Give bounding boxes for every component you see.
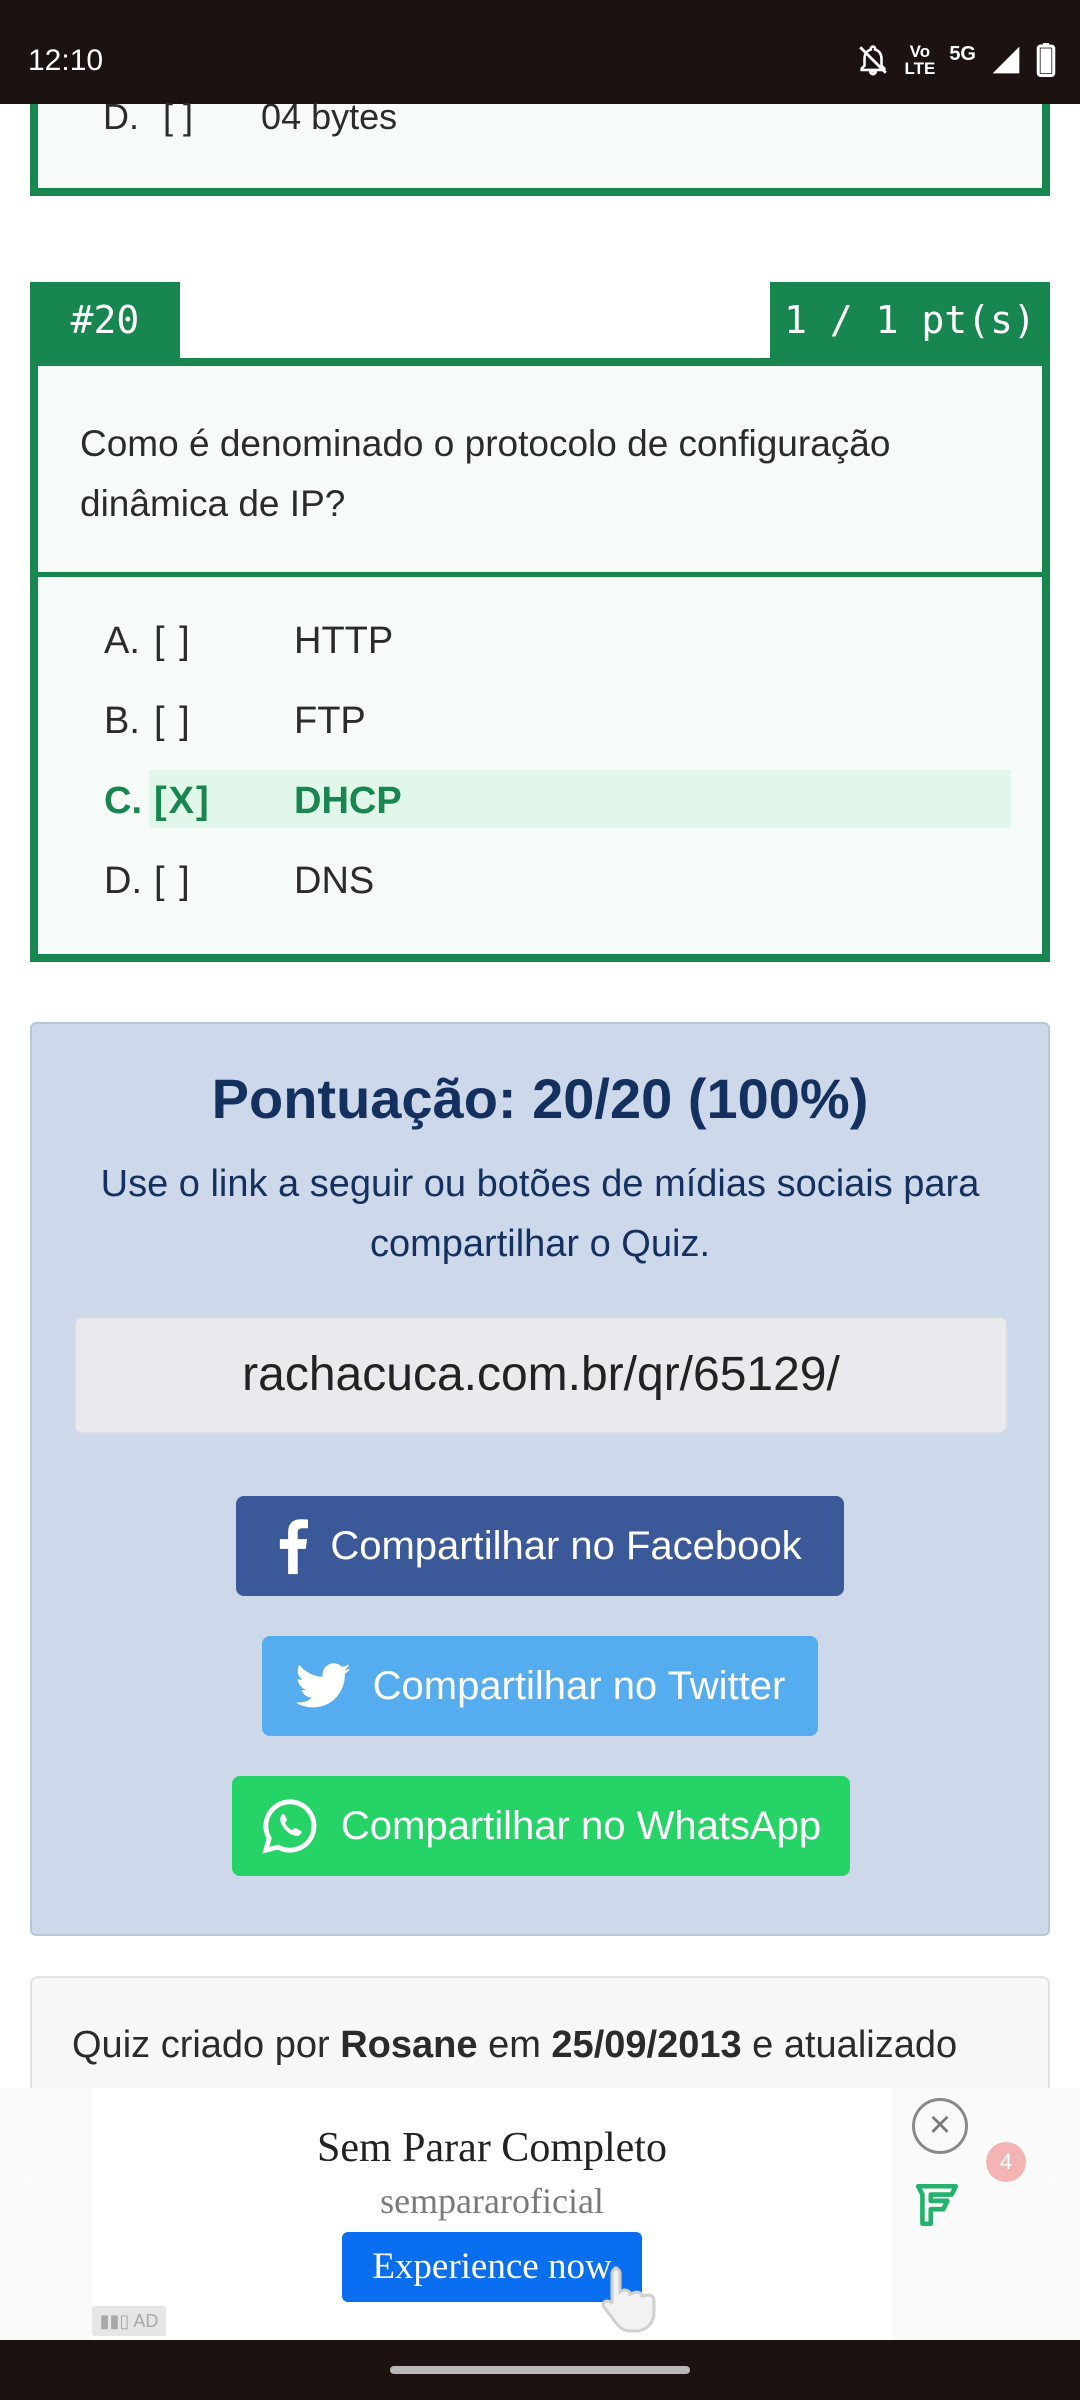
ad-close-icon[interactable]: × [912, 2098, 968, 2154]
share-twitter-label: Compartilhar no Twitter [372, 1663, 786, 1708]
ad-banner[interactable]: Sem Parar Completo sempararoficial Exper… [0, 2088, 1080, 2340]
option-letter: C. [104, 780, 142, 822]
previous-option: D. [ ] 04 bytes [103, 96, 397, 138]
option-b[interactable]: B. [ ] FTP [94, 690, 1014, 748]
volte-bottom: LTE [904, 59, 936, 78]
navigation-bar [0, 2340, 1080, 2400]
author-date: 25/09/2013 [551, 2024, 742, 2066]
question-divider [38, 572, 1042, 577]
option-checkbox: [ ] [163, 96, 194, 137]
option-text: 04 bytes [261, 96, 398, 137]
signal-icon [992, 46, 1020, 74]
share-whatsapp-label: Compartilhar no WhatsApp [340, 1803, 822, 1848]
share-whatsapp-button[interactable]: Compartilhar no WhatsApp [232, 1776, 850, 1876]
ad-label-text: AD [133, 2311, 159, 2331]
battery-icon [1036, 43, 1056, 77]
score-subtitle: Use o link a seguir ou botões de mídias … [100, 1163, 980, 1265]
question-text: Como é denominado o protocolo de configu… [80, 423, 891, 524]
share-link-field[interactable]: rachacuca.com.br/qr/65129/ [74, 1316, 1008, 1434]
ad-brand-logo-icon [915, 2183, 959, 2227]
option-d[interactable]: D. [ ] DNS [94, 850, 1014, 908]
facebook-icon [280, 1519, 309, 1575]
option-c[interactable]: C. [X] DHCP [94, 770, 1014, 828]
option-text: DNS [294, 860, 375, 902]
author-line: Quiz criado por Rosane em 25/09/2013 e a… [72, 2024, 957, 2067]
question-score: 1 / 1 pt(s) [770, 282, 1050, 358]
status-icons: Vo LTE 5G [856, 40, 1056, 80]
option-checkbox: [X] [154, 780, 211, 822]
option-letter: B. [104, 700, 140, 742]
ad-content[interactable]: Sem Parar Completo sempararoficial Exper… [92, 2088, 892, 2340]
twitter-icon [295, 1663, 351, 1708]
share-twitter-button[interactable]: Compartilhar no Twitter [262, 1636, 818, 1736]
ad-title: Sem Parar Completo [317, 2125, 667, 2171]
question-card: Como é denominado o protocolo de configu… [30, 358, 1050, 962]
volte-top: Vo [909, 42, 931, 61]
share-facebook-button[interactable]: Compartilhar no Facebook [236, 1496, 844, 1596]
share-facebook-label: Compartilhar no Facebook [330, 1523, 802, 1568]
whatsapp-icon [262, 1799, 317, 1854]
pointer-hand-icon [601, 2266, 656, 2333]
question-number: #20 [30, 282, 180, 358]
network-type: 5G [949, 42, 976, 65]
status-time: 12:10 [28, 44, 104, 77]
author-middle: em [477, 2024, 552, 2066]
option-letter: D. [104, 860, 142, 902]
ad-notification-badge: 4 [986, 2142, 1026, 2182]
home-gesture-handle[interactable] [390, 2366, 690, 2374]
notifications-off-icon [859, 45, 888, 76]
option-text: HTTP [294, 620, 394, 662]
option-a[interactable]: A. [ ] HTTP [94, 610, 1014, 668]
option-letter: A. [104, 620, 140, 662]
author-suffix: e atualizado [741, 2024, 958, 2066]
author-name: Rosane [340, 2024, 478, 2066]
option-text: FTP [294, 700, 366, 742]
volte-icon: Vo LTE [904, 43, 935, 77]
option-text: DHCP [294, 780, 402, 822]
score-title: Pontuação: 20/20 (100%) [211, 1067, 869, 1130]
option-letter: D. [103, 96, 139, 137]
selected-highlight [149, 770, 1011, 828]
ad-label: ▮▮▯ AD [92, 2306, 166, 2336]
option-checkbox: [ ] [154, 700, 192, 742]
previous-question-card: D. [ ] 04 bytes [30, 96, 1050, 196]
author-prefix: Quiz criado por [72, 2024, 341, 2066]
option-checkbox: [ ] [154, 860, 192, 902]
status-bar: 12:10 Vo LTE 5G [0, 0, 1080, 104]
score-panel: Pontuação: 20/20 (100%) Use o link a seg… [30, 1022, 1050, 1936]
ad-brand: sempararoficial [380, 2181, 604, 2221]
option-checkbox: [ ] [154, 620, 192, 662]
